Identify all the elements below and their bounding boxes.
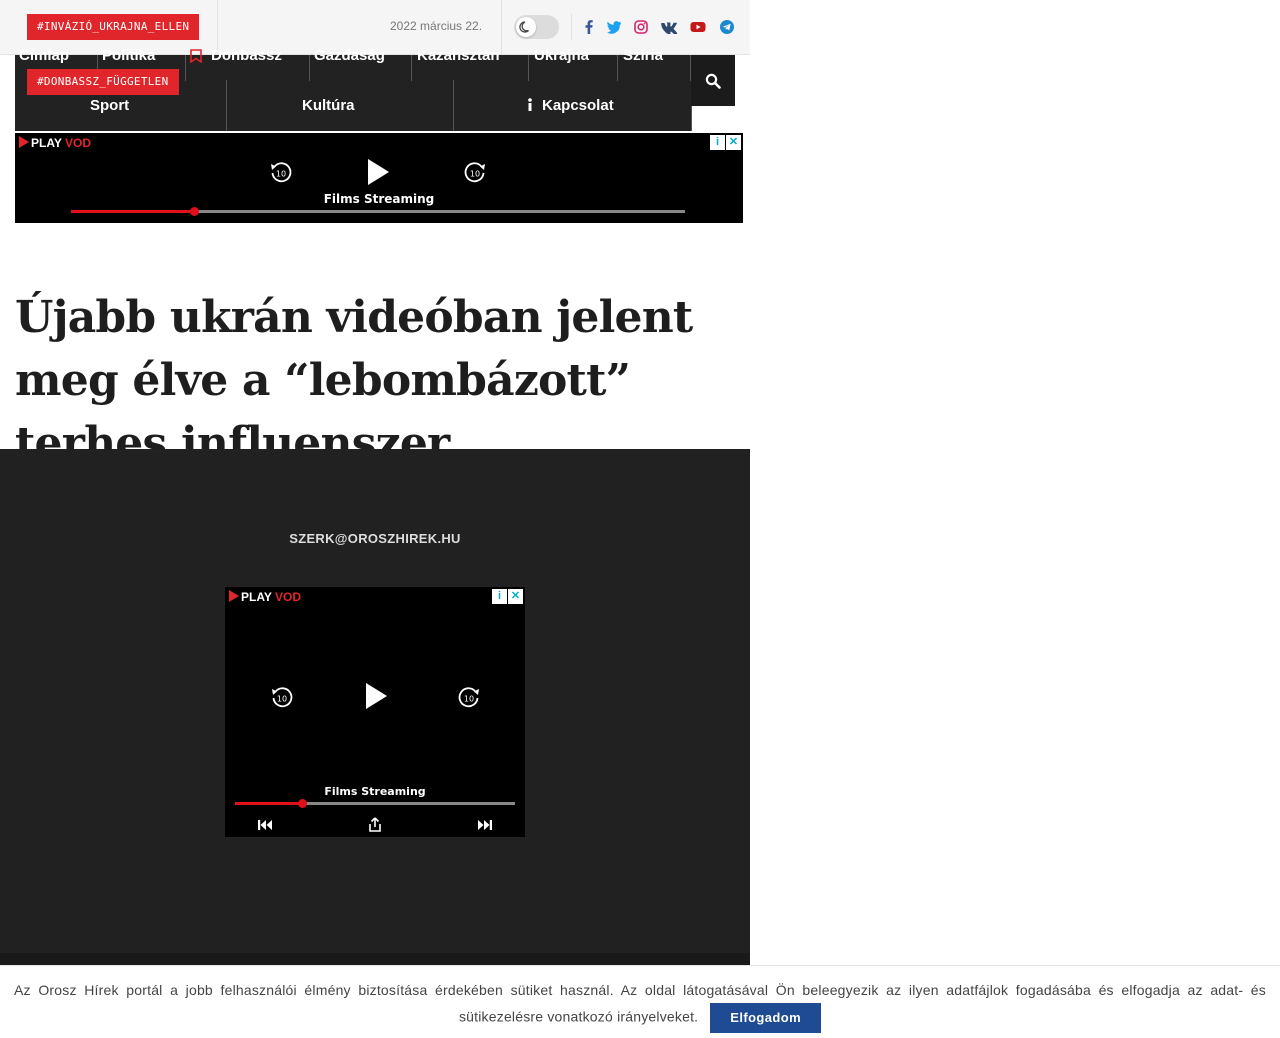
ad-title: Films Streaming — [323, 192, 435, 206]
skip-next-icon[interactable] — [477, 818, 493, 832]
ad-info-icon[interactable]: i — [492, 589, 507, 604]
article-headline: Újabb ukrán videóban jelent meg élve a “… — [15, 292, 693, 469]
nav-item-politika[interactable]: Politika — [102, 47, 155, 64]
nav-item-kapcsolat[interactable]: Kapcsolat — [542, 97, 614, 114]
share-icon[interactable] — [367, 817, 383, 833]
page: #INVÁZIÓ_UKRAJNA_ELLEN 2022 március 22. — [0, 0, 1280, 1038]
ad-close-icon[interactable]: ✕ — [508, 589, 523, 604]
facebook-icon[interactable] — [580, 18, 598, 36]
ad-title: Films Streaming — [324, 785, 426, 798]
skip-previous-icon[interactable] — [257, 818, 273, 832]
vk-icon[interactable] — [660, 18, 678, 36]
svg-text:10: 10 — [276, 170, 286, 179]
ad-badges: i ✕ — [709, 135, 741, 150]
trending-tag-invasion[interactable]: #INVÁZIÓ_UKRAJNA_ELLEN — [27, 14, 200, 40]
nav-divider — [411, 55, 412, 81]
progress-fill — [71, 210, 194, 213]
ad-progress-bar[interactable] — [235, 799, 515, 808]
nav-divider — [226, 80, 227, 131]
svg-text:10: 10 — [277, 695, 287, 704]
cookie-accept-button[interactable]: Elfogadom — [710, 1003, 822, 1033]
cookie-consent-text: Az Orosz Hírek portál a jobb felhasználó… — [14, 978, 1266, 1033]
nav-item-sziria[interactable]: Szíria — [623, 47, 663, 64]
instagram-icon[interactable] — [632, 18, 650, 36]
search-button[interactable] — [691, 55, 735, 106]
top-video-ad[interactable]: PLAY VOD i ✕ 10 10 Films Streaming — [15, 133, 743, 223]
progress-handle[interactable] — [298, 799, 307, 808]
progress-handle[interactable] — [190, 207, 199, 216]
nav-divider — [617, 55, 618, 81]
nav-divider — [453, 80, 454, 131]
progress-fill — [235, 802, 302, 805]
toggle-knob — [516, 17, 536, 37]
play-icon[interactable] — [365, 158, 391, 186]
ad-brand-logo: PLAY VOD — [19, 136, 91, 150]
nav-item-sport[interactable]: Sport — [90, 97, 129, 114]
nav-item-donbassz[interactable]: Donbassz — [211, 47, 282, 64]
telegram-icon[interactable] — [718, 18, 736, 36]
twitter-icon[interactable] — [605, 18, 623, 36]
trending-tag-donbass[interactable]: #DONBASSZ_FÜGGETLEN — [27, 69, 179, 95]
nav-item-ukrajna[interactable]: Ukrajna — [534, 47, 589, 64]
nav-divider — [309, 55, 310, 81]
rewind-10-icon[interactable]: 10 — [269, 684, 295, 710]
svg-text:10: 10 — [470, 170, 480, 179]
search-icon — [705, 73, 721, 89]
play-icon[interactable] — [363, 682, 389, 710]
footer: SZERK@OROSZHIREK.HU PLAY VOD i ✕ 10 10 F… — [0, 449, 750, 1038]
moon-icon — [519, 21, 529, 33]
nav-item-kultura[interactable]: Kultúra — [302, 97, 355, 114]
ad-badges: i ✕ — [491, 589, 523, 604]
forward-10-icon[interactable]: 10 — [456, 684, 482, 710]
current-date: 2022 március 22. — [390, 19, 483, 33]
nav-item-cimlap[interactable]: Címlap — [19, 47, 69, 64]
bookmark-icon — [190, 49, 202, 63]
ad-info-icon[interactable]: i — [710, 135, 725, 150]
cookie-message: Az Orosz Hírek portál a jobb felhasználó… — [14, 982, 1266, 1025]
ad-close-icon[interactable]: ✕ — [726, 135, 741, 150]
nav-divider — [185, 55, 186, 81]
divider — [501, 0, 502, 55]
forward-10-icon[interactable]: 10 — [462, 159, 488, 185]
ad-progress-bar[interactable] — [71, 207, 685, 216]
info-icon — [528, 98, 532, 111]
svg-text:10: 10 — [464, 695, 474, 704]
dark-mode-toggle[interactable] — [514, 15, 559, 39]
nav-item-gazdasag[interactable]: Gazdaság — [314, 47, 385, 64]
rewind-10-icon[interactable]: 10 — [268, 159, 294, 185]
nav-item-kazahsztan[interactable]: Kazahsztán — [417, 47, 500, 64]
contact-email[interactable]: SZERK@OROSZHIREK.HU — [0, 531, 750, 546]
youtube-icon[interactable] — [689, 18, 707, 36]
divider — [571, 14, 572, 40]
nav-divider — [528, 55, 529, 81]
footer-video-ad[interactable]: PLAY VOD i ✕ 10 10 Films Streaming — [225, 587, 525, 837]
ad-brand-logo: PLAY VOD — [229, 590, 301, 604]
cookie-consent-bar: Az Orosz Hírek portál a jobb felhasználó… — [0, 965, 1280, 1038]
